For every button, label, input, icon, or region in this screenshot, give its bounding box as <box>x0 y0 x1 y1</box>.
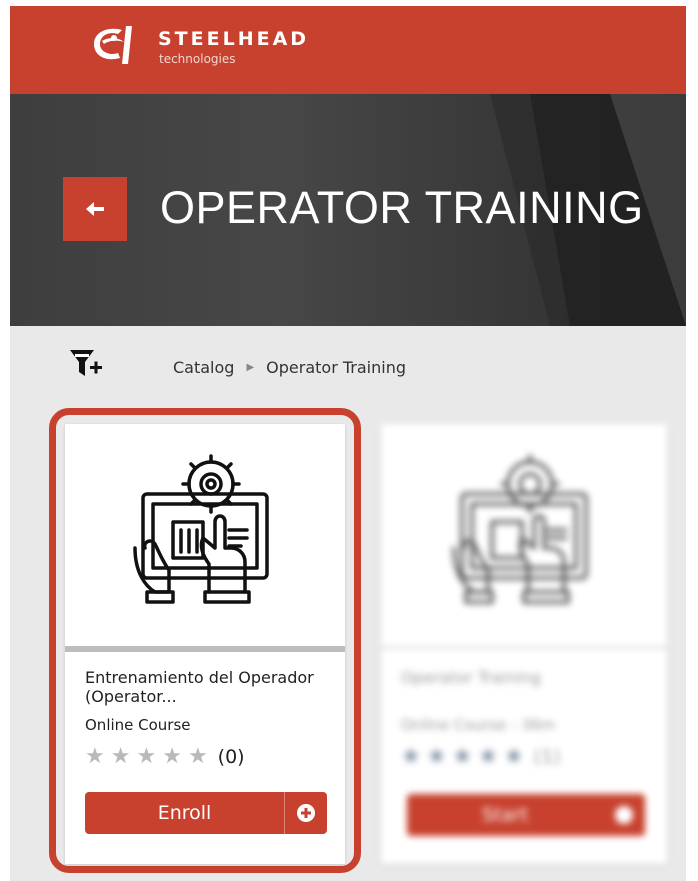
thumbnail-divider <box>381 646 667 649</box>
app-frame: STEELHEAD technologies OPERATOR TRAINING… <box>10 6 686 881</box>
hero-banner: OPERATOR TRAINING <box>10 94 686 326</box>
funnel-plus-icon[interactable] <box>68 346 104 382</box>
arrow-circle-icon[interactable] <box>603 794 645 836</box>
header-bar: STEELHEAD technologies <box>10 6 686 94</box>
enroll-button[interactable]: Enroll <box>85 792 327 834</box>
star-icon[interactable]: ★ <box>136 744 156 769</box>
course-card[interactable]: Operator Training Online Course - 36m ★ … <box>381 424 667 864</box>
hand-tablet-gear-icon <box>133 454 269 604</box>
star-icon[interactable]: ★ <box>452 744 472 769</box>
course-thumbnail <box>381 424 667 646</box>
star-icon[interactable]: ★ <box>504 744 524 769</box>
star-icon[interactable]: ★ <box>111 744 131 769</box>
breadcrumb-current: Operator Training <box>266 358 406 377</box>
star-icon[interactable]: ★ <box>162 744 182 769</box>
star-icon[interactable]: ★ <box>85 744 105 769</box>
chevron-right-icon: ▶ <box>246 362 255 373</box>
course-type: Online Course <box>85 716 191 734</box>
course-title[interactable]: Operator Training <box>401 668 647 708</box>
brand-name: STEELHEAD <box>158 28 310 50</box>
rating-count: (0) <box>217 745 245 768</box>
course-title[interactable]: Entrenamiento del Operador (Operator... <box>85 668 325 708</box>
card-body: Operator Training Online Course - 36m ★ … <box>381 652 667 864</box>
start-button-label: Start <box>481 804 529 826</box>
back-button[interactable] <box>63 177 127 241</box>
steelhead-logo-icon <box>94 26 132 64</box>
back-arrow-icon <box>86 202 104 216</box>
start-button[interactable]: Start <box>407 794 645 836</box>
course-card[interactable]: Entrenamiento del Operador (Operator... … <box>65 424 345 864</box>
breadcrumb: Catalog ▶ Operator Training <box>173 358 406 377</box>
star-rating[interactable]: ★ ★ ★ ★ ★ (0) <box>85 744 325 769</box>
star-icon[interactable]: ★ <box>188 744 208 769</box>
card-body: Entrenamiento del Operador (Operator... … <box>65 652 345 864</box>
enroll-button-label: Enroll <box>157 802 212 824</box>
brand-tagline: technologies <box>159 52 236 66</box>
page-title: OPERATOR TRAINING <box>160 182 644 233</box>
hand-tablet-gear-icon <box>452 454 588 604</box>
star-icon[interactable]: ★ <box>401 744 421 769</box>
star-icon[interactable]: ★ <box>427 744 447 769</box>
plus-circle-icon[interactable] <box>284 792 327 834</box>
star-rating[interactable]: ★ ★ ★ ★ ★ (1) <box>401 744 647 769</box>
rating-count: (1) <box>533 745 561 768</box>
star-icon[interactable]: ★ <box>478 744 498 769</box>
course-type: Online Course - 36m <box>401 716 556 734</box>
course-thumbnail <box>65 424 345 646</box>
breadcrumb-catalog[interactable]: Catalog <box>173 358 234 377</box>
